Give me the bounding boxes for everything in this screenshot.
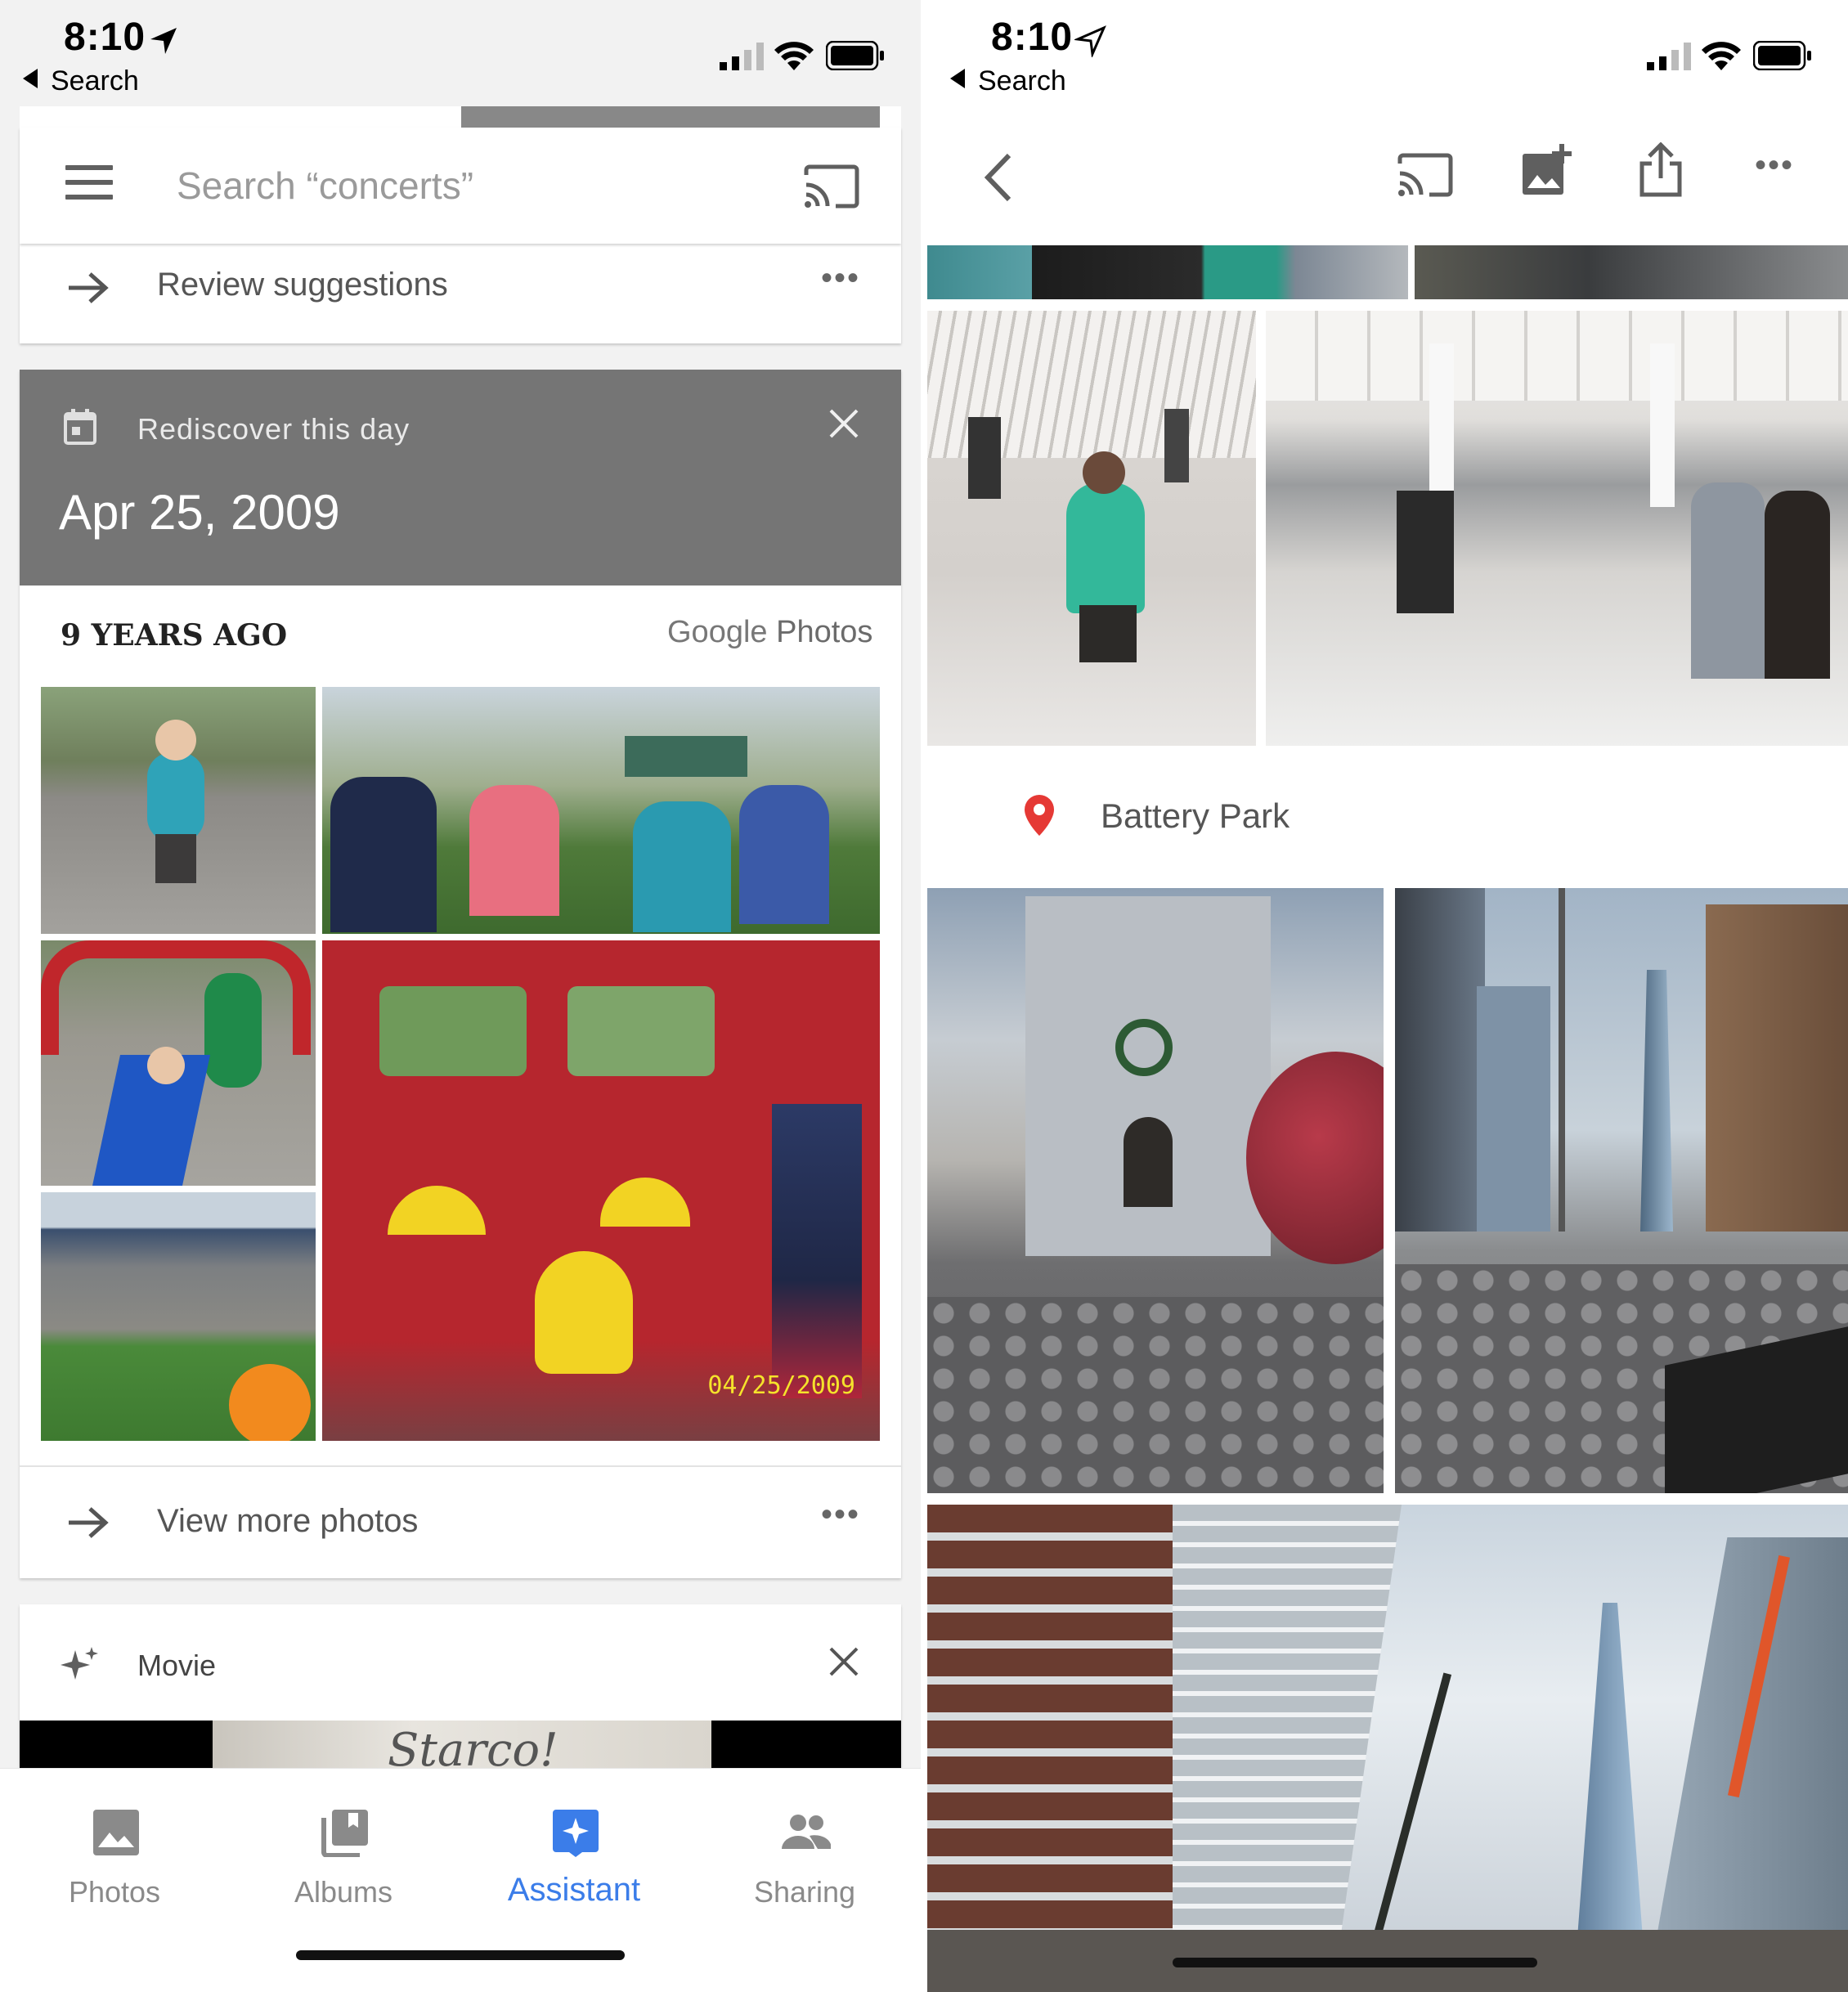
movie-label: Movie	[137, 1649, 217, 1682]
back-to-app-link[interactable]: Search	[950, 65, 1066, 97]
share-icon[interactable]	[1639, 142, 1683, 198]
status-bar: 8:10 Search	[0, 0, 921, 106]
memory-photo[interactable]	[41, 940, 316, 1186]
location-arrow-icon	[1074, 25, 1106, 57]
rediscover-kicker: Rediscover this day	[137, 412, 410, 446]
nav-label: Albums	[294, 1875, 393, 1909]
more-options-icon[interactable]: •••	[821, 1496, 860, 1533]
nav-sharing[interactable]: Sharing	[723, 1785, 886, 1909]
movie-card[interactable]: Movie Starco!	[20, 1604, 901, 1768]
result-photo[interactable]	[1395, 888, 1848, 1493]
cellular-signal-icon	[1647, 43, 1691, 70]
photo-search-results-screen: 8:10 Search ••• Battery Park	[927, 0, 1848, 1992]
sparkle-icon	[61, 1647, 98, 1680]
result-photo[interactable]	[927, 1505, 1848, 1992]
status-time: 8:10	[991, 16, 1074, 59]
result-photo[interactable]	[927, 245, 1032, 299]
result-photo[interactable]	[927, 888, 1384, 1493]
google-photos-logo: Google Photos	[667, 615, 873, 649]
movie-preview[interactable]: Starco!	[20, 1721, 901, 1768]
memory-photo[interactable]	[41, 687, 316, 934]
back-icon[interactable]	[981, 152, 1014, 203]
nav-albums[interactable]: Albums	[262, 1785, 425, 1909]
photo-toolbar: •••	[927, 106, 1848, 245]
close-icon[interactable]	[828, 1645, 860, 1678]
memory-photo[interactable]	[41, 1192, 316, 1441]
years-ago-label: 9 YEARS AGO	[61, 618, 288, 653]
result-photo[interactable]	[1266, 311, 1848, 746]
battery-icon	[826, 41, 884, 70]
result-photo[interactable]	[1032, 245, 1408, 299]
home-indicator[interactable]	[1173, 1958, 1537, 1967]
photo-date-stamp: 04/25/2009	[707, 1371, 855, 1400]
home-indicator[interactable]	[296, 1950, 625, 1960]
review-suggestions-card[interactable]: Review suggestions •••	[20, 244, 901, 343]
location-label: Battery Park	[1101, 796, 1290, 835]
back-triangle-icon	[950, 69, 965, 88]
back-triangle-icon	[23, 69, 38, 88]
assistant-icon	[553, 1810, 599, 1857]
location-arrow-icon	[150, 28, 177, 54]
nav-label: Assistant	[507, 1872, 641, 1908]
movie-preview-text: Starco!	[388, 1724, 558, 1768]
calendar-icon	[64, 409, 96, 445]
nav-label: Photos	[68, 1875, 161, 1909]
cellular-signal-icon	[720, 43, 764, 70]
nav-assistant[interactable]: Assistant	[492, 1785, 656, 1908]
wifi-icon	[1702, 42, 1741, 70]
more-options-icon[interactable]: •••	[821, 260, 860, 297]
back-to-app-label: Search	[978, 65, 1066, 96]
view-more-photos-label: View more photos	[157, 1503, 419, 1539]
location-pin-icon	[1025, 795, 1054, 836]
cast-icon[interactable]	[803, 164, 860, 209]
rediscover-date: Apr 25, 2009	[59, 485, 340, 540]
result-photo[interactable]	[927, 311, 1256, 746]
arrow-right-icon	[69, 1507, 109, 1538]
search-bar[interactable]: Search “concerts”	[20, 128, 901, 244]
nav-photos[interactable]: Photos	[33, 1785, 196, 1909]
back-to-app-label: Search	[51, 65, 139, 96]
battery-icon	[1753, 41, 1811, 70]
more-icon[interactable]: •••	[1755, 147, 1794, 184]
photo-icon	[93, 1810, 139, 1855]
collapsed-toolbar-strip	[20, 106, 901, 128]
location-header[interactable]: Battery Park	[927, 744, 1848, 888]
hamburger-icon[interactable]	[65, 165, 113, 204]
close-icon[interactable]	[828, 407, 860, 440]
status-time: 8:10	[64, 16, 146, 59]
result-photo[interactable]	[1415, 245, 1848, 299]
collapsed-toolbar-strip-dark	[461, 106, 880, 128]
nav-label: Sharing	[753, 1875, 856, 1909]
memory-photo[interactable]	[322, 687, 880, 934]
wifi-icon	[774, 42, 814, 70]
albums-icon	[321, 1810, 368, 1857]
people-icon	[782, 1815, 831, 1849]
rediscover-header: Rediscover this day Apr 25, 2009	[20, 370, 901, 585]
memory-photo[interactable]: 04/25/2009	[322, 940, 880, 1441]
screen-divider	[921, 0, 927, 1992]
view-more-photos-row[interactable]: View more photos •••	[20, 1465, 901, 1578]
search-input[interactable]: Search “concerts”	[177, 164, 473, 208]
cast-icon[interactable]	[1397, 152, 1454, 198]
rediscover-this-day-card[interactable]: Rediscover this day Apr 25, 2009 9 YEARS…	[20, 370, 901, 1578]
status-bar: 8:10 Search	[927, 0, 1848, 106]
bottom-navigation: Photos Albums Assistant Sharing	[0, 1768, 921, 1992]
assistant-screen: 8:10 Search Search “concerts” Review sug…	[0, 0, 921, 1992]
back-to-app-link[interactable]: Search	[23, 65, 139, 97]
add-to-album-icon[interactable]	[1521, 144, 1572, 196]
review-suggestions-label: Review suggestions	[157, 267, 448, 303]
arrow-right-icon	[69, 272, 109, 303]
